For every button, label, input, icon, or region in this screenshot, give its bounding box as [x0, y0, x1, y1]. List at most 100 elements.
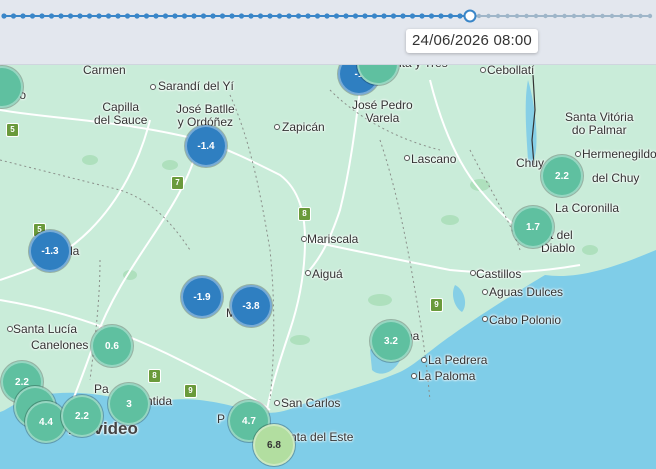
cluster-marker[interactable]: 0.6	[91, 325, 133, 367]
timeline-step	[172, 13, 178, 19]
cluster-marker[interactable]: 2.2	[541, 155, 583, 197]
timeline-step	[248, 13, 254, 19]
timeline-step	[638, 13, 643, 19]
map-canvas[interactable]: Carmen Sarandí del Yí Capilla del Sauce …	[0, 0, 656, 469]
place-cebollati: Cebollatí	[487, 63, 535, 77]
place-la-pedrera: La Pedrera	[428, 353, 488, 367]
timeline-step	[305, 13, 311, 19]
timeline-tooltip: 24/06/2026 08:00	[406, 29, 538, 53]
timeline-step	[219, 13, 226, 19]
timeline-step	[333, 13, 340, 19]
timeline-step	[10, 13, 17, 19]
place-dot	[301, 236, 307, 242]
route-marker: 8	[148, 369, 161, 383]
timeline-step	[229, 13, 235, 19]
timeline-step	[286, 13, 292, 19]
timeline-step	[238, 13, 245, 19]
timeline-step	[419, 13, 425, 19]
place-piriapolis: P	[217, 412, 226, 426]
timeline-step	[86, 13, 93, 19]
cluster-marker[interactable]: -3.8	[230, 285, 272, 327]
place-dot	[575, 151, 581, 157]
timeline-step	[352, 13, 359, 19]
place-cabo-polonio: Cabo Polonio	[489, 313, 562, 327]
timeline-step	[96, 13, 102, 19]
timeline-step	[505, 13, 510, 19]
place-la-paloma: La Paloma	[418, 369, 476, 383]
timeline-step	[200, 13, 207, 19]
place-dot	[480, 67, 486, 73]
timeline-step	[29, 13, 36, 19]
cluster-marker[interactable]: -1.4	[185, 125, 227, 167]
cluster-marker[interactable]: 1.7	[512, 206, 554, 248]
place-dot	[411, 373, 417, 379]
place-dot	[274, 124, 280, 130]
timeline-step	[276, 13, 283, 19]
place-dot	[7, 326, 13, 332]
timeline-step	[181, 13, 188, 19]
place-la-coronilla: La Coronilla	[555, 201, 620, 215]
timeline-step	[514, 13, 520, 19]
place-dot	[482, 289, 488, 295]
timeline-step	[438, 13, 444, 19]
cluster-marker[interactable]: 3.2	[370, 320, 412, 362]
timeline-step	[609, 13, 615, 19]
place-capilla-del-sauce: Capilla del Sauce	[94, 100, 148, 127]
timeline-step	[543, 13, 548, 19]
cluster-marker[interactable]: 3	[108, 383, 150, 425]
timeline-step	[77, 13, 83, 19]
timeline-step	[562, 13, 567, 19]
cluster-marker[interactable]: -1.3	[29, 230, 71, 272]
timeline-bar: 24/06/2026 08:00	[0, 0, 656, 65]
timeline-step	[400, 13, 406, 19]
timeline-thumb[interactable]	[463, 9, 477, 23]
place-hermenegildo: Hermenegildo	[582, 147, 656, 161]
timeline-step	[324, 13, 330, 19]
timeline-step	[39, 13, 45, 19]
place-mariscala: Mariscala	[307, 232, 359, 246]
cluster-marker[interactable]: -1.9	[181, 276, 223, 318]
timeline-step	[647, 13, 653, 19]
timeline-step	[552, 13, 558, 19]
timeline-step	[48, 13, 55, 19]
timeline-step	[124, 13, 131, 19]
place-dot	[482, 316, 488, 322]
timeline-step	[143, 13, 150, 19]
route-marker: 9	[430, 298, 443, 312]
cluster-marker[interactable]: 2.2	[61, 395, 103, 437]
place-dot	[150, 84, 156, 90]
place-castillos: Castillos	[476, 267, 522, 281]
timeline-step	[590, 13, 596, 19]
timeline-step	[58, 13, 64, 19]
timeline-step	[115, 13, 121, 19]
timeline-step	[533, 13, 539, 19]
timeline-step	[619, 13, 624, 19]
timeline-step	[343, 13, 349, 19]
place-dot	[470, 270, 476, 276]
cluster-marker[interactable]: 6.8	[253, 424, 295, 466]
place-sarandi-del-yi: Sarandí del Yí	[158, 79, 234, 93]
timeline-step	[210, 13, 216, 19]
place-dot	[421, 357, 427, 363]
timeline-step	[162, 13, 169, 19]
timeline-step	[67, 13, 74, 19]
timeline-step	[571, 13, 577, 19]
place-del-chuy: del Chuy	[592, 171, 640, 185]
cluster-marker[interactable]: 4.4	[25, 401, 67, 443]
place-chuy: Chuy	[516, 156, 545, 170]
place-dot	[274, 400, 280, 406]
place-canelones: Canelones	[31, 338, 89, 352]
timeline-step	[476, 13, 482, 19]
timeline-step	[257, 13, 264, 19]
route-marker: 9	[184, 384, 197, 398]
timeline-step	[191, 13, 197, 19]
timeline-step	[628, 13, 634, 19]
place-punta-del-este: nta del Este	[290, 430, 354, 444]
timeline-step	[1, 13, 7, 19]
place-santa-vitoria: Santa Vitória do Palmar	[565, 110, 634, 137]
timeline-step	[457, 13, 463, 19]
timeline-track[interactable]	[0, 0, 656, 64]
timeline-step	[581, 13, 586, 19]
place-dot	[305, 270, 311, 276]
timeline-step	[267, 13, 273, 19]
